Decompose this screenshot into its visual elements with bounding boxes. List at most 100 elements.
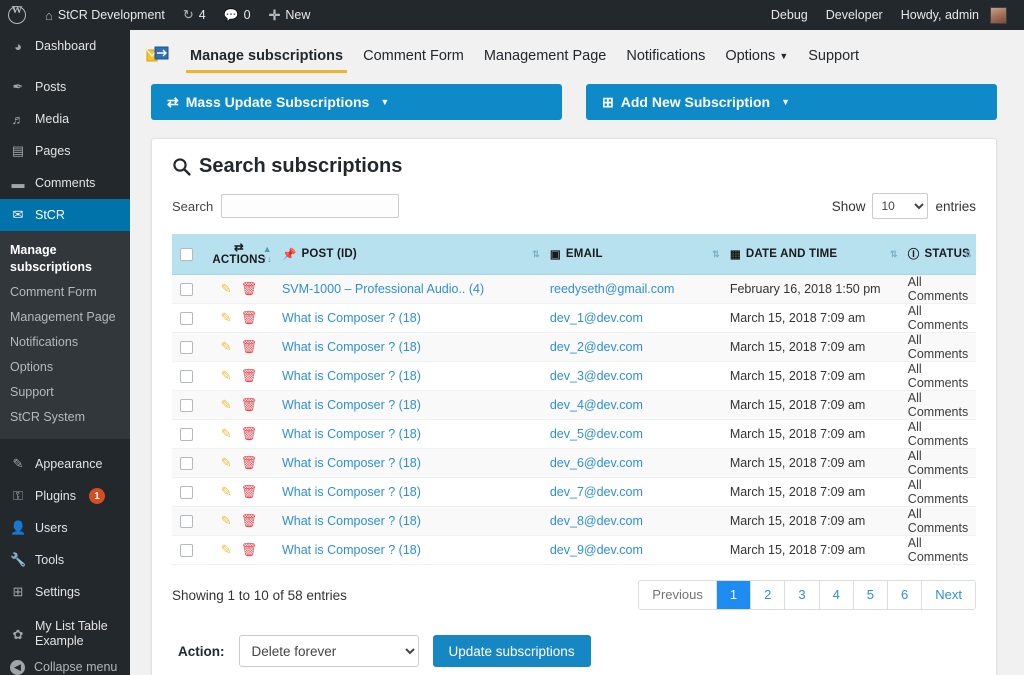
tab-manage-subscriptions[interactable]: Manage subscriptions xyxy=(180,42,353,73)
add-new-subscription-button[interactable]: ⊞ Add New Subscription ▼ xyxy=(586,84,997,120)
post-link[interactable]: What is Composer ? (18) xyxy=(282,398,421,412)
email-link[interactable]: dev_1@dev.com xyxy=(550,311,643,325)
row-checkbox[interactable] xyxy=(180,428,193,441)
edit-icon[interactable]: ✎ xyxy=(221,310,232,325)
bulk-action-select[interactable]: Delete forever All Comments Replies to m… xyxy=(239,635,419,667)
pagination-page-3[interactable]: 3 xyxy=(785,581,819,609)
sidebar-item-dashboard[interactable]: ◕ Dashboard xyxy=(0,30,130,62)
mass-update-subscriptions-button[interactable]: ⇄ Mass Update Subscriptions ▼ xyxy=(151,84,562,120)
submenu-item-management-page[interactable]: Management Page xyxy=(0,305,130,330)
entries-per-page-select[interactable]: 10 25 50 100 xyxy=(872,193,928,219)
submenu-item-support[interactable]: Support xyxy=(0,380,130,405)
post-link[interactable]: What is Composer ? (18) xyxy=(282,311,421,325)
row-checkbox[interactable] xyxy=(180,486,193,499)
row-checkbox[interactable] xyxy=(180,283,193,296)
delete-icon[interactable]: 🗑 xyxy=(241,455,258,470)
comments-menu[interactable]: 💬 0 xyxy=(215,0,260,30)
edit-icon[interactable]: ✎ xyxy=(221,542,232,557)
pagination-page-1[interactable]: 1 xyxy=(717,581,751,609)
edit-icon[interactable]: ✎ xyxy=(221,513,232,528)
sidebar-item-pages[interactable]: ▤ Pages xyxy=(0,135,130,167)
email-link[interactable]: dev_8@dev.com xyxy=(550,514,643,528)
post-link[interactable]: SVM-1000 – Professional Audio.. (4) xyxy=(282,282,484,296)
sidebar-item-media[interactable]: ♬ Media xyxy=(0,103,130,135)
delete-icon[interactable]: 🗑 xyxy=(241,310,258,325)
email-link[interactable]: dev_6@dev.com xyxy=(550,456,643,470)
collapse-menu-button[interactable]: ◀ Collapse menu xyxy=(0,651,130,675)
row-checkbox[interactable] xyxy=(180,457,193,470)
sidebar-item-users[interactable]: 👤 Users xyxy=(0,512,130,544)
delete-icon[interactable]: 🗑 xyxy=(241,368,258,383)
submenu-item-options[interactable]: Options xyxy=(0,355,130,380)
new-content-menu[interactable]: ✛ New xyxy=(260,0,320,30)
post-link[interactable]: What is Composer ? (18) xyxy=(282,485,421,499)
pagination-next[interactable]: Next xyxy=(922,581,975,609)
email-link[interactable]: dev_2@dev.com xyxy=(550,340,643,354)
sidebar-item-stcr[interactable]: ✉ StCR xyxy=(0,199,130,231)
pagination-page-4[interactable]: 4 xyxy=(820,581,854,609)
update-subscriptions-button[interactable]: Update subscriptions xyxy=(433,635,591,667)
tab-options[interactable]: Options▼ xyxy=(715,42,798,73)
column-header-date[interactable]: ▦ DATE AND TIME ⇅ xyxy=(724,234,902,275)
updates-menu[interactable]: ↻ 4 xyxy=(174,0,215,30)
sidebar-item-appearance[interactable]: ✎ Appearance xyxy=(0,448,130,480)
developer-menu[interactable]: Developer xyxy=(817,0,892,30)
delete-icon[interactable]: 🗑 xyxy=(241,339,258,354)
sidebar-item-tools[interactable]: 🔧 Tools xyxy=(0,544,130,576)
email-link[interactable]: dev_9@dev.com xyxy=(550,543,643,557)
delete-icon[interactable]: 🗑 xyxy=(241,281,258,296)
tab-support[interactable]: Support xyxy=(798,42,869,73)
post-link[interactable]: What is Composer ? (18) xyxy=(282,543,421,557)
pagination-page-5[interactable]: 5 xyxy=(854,581,888,609)
row-checkbox[interactable] xyxy=(180,399,193,412)
row-checkbox[interactable] xyxy=(180,312,193,325)
column-header-post[interactable]: 📌 POST (ID) ⇅ xyxy=(276,234,544,275)
sidebar-item-plugins[interactable]: ⚿ Plugins 1 xyxy=(0,480,130,512)
email-link[interactable]: dev_5@dev.com xyxy=(550,427,643,441)
sidebar-item-comments[interactable]: ▬ Comments xyxy=(0,167,130,199)
email-link[interactable]: dev_4@dev.com xyxy=(550,398,643,412)
email-link[interactable]: dev_3@dev.com xyxy=(550,369,643,383)
delete-icon[interactable]: 🗑 xyxy=(241,513,258,528)
submenu-item-stcr-system[interactable]: StCR System xyxy=(0,405,130,430)
sidebar-item-settings[interactable]: ⊞ Settings xyxy=(0,576,130,608)
post-link[interactable]: What is Composer ? (18) xyxy=(282,427,421,441)
row-checkbox[interactable] xyxy=(180,341,193,354)
pagination-page-6[interactable]: 6 xyxy=(888,581,922,609)
post-link[interactable]: What is Composer ? (18) xyxy=(282,340,421,354)
my-account-menu[interactable]: Howdy, admin xyxy=(892,0,1016,30)
delete-icon[interactable]: 🗑 xyxy=(241,484,258,499)
tab-comment-form[interactable]: Comment Form xyxy=(353,42,474,73)
edit-icon[interactable]: ✎ xyxy=(221,484,232,499)
edit-icon[interactable]: ✎ xyxy=(221,397,232,412)
edit-icon[interactable]: ✎ xyxy=(221,455,232,470)
submenu-item-notifications[interactable]: Notifications xyxy=(0,330,130,355)
sidebar-item-my-list-table-example[interactable]: ✿ My List Table Example xyxy=(0,617,130,651)
delete-icon[interactable]: 🗑 xyxy=(241,397,258,412)
wordpress-logo-menu[interactable] xyxy=(0,0,36,30)
column-header-actions[interactable]: ⇄ ACTIONS ▲↑↓ xyxy=(202,234,276,275)
column-header-status[interactable]: ⓘ STATUS ⇅ xyxy=(902,234,976,275)
column-header-email[interactable]: ▣ EMAIL ⇅ xyxy=(544,234,724,275)
pagination-previous[interactable]: Previous xyxy=(639,581,717,609)
column-header-select-all[interactable] xyxy=(172,234,202,275)
row-checkbox[interactable] xyxy=(180,370,193,383)
tab-notifications[interactable]: Notifications xyxy=(616,42,715,73)
delete-icon[interactable]: 🗑 xyxy=(241,426,258,441)
edit-icon[interactable]: ✎ xyxy=(221,281,232,296)
search-input[interactable] xyxy=(221,194,399,218)
edit-icon[interactable]: ✎ xyxy=(221,339,232,354)
debug-menu[interactable]: Debug xyxy=(762,0,817,30)
row-checkbox[interactable] xyxy=(180,515,193,528)
tab-management-page[interactable]: Management Page xyxy=(474,42,617,73)
post-link[interactable]: What is Composer ? (18) xyxy=(282,456,421,470)
email-link[interactable]: dev_7@dev.com xyxy=(550,485,643,499)
row-checkbox[interactable] xyxy=(180,544,193,557)
site-name-menu[interactable]: ⌂ StCR Development xyxy=(36,0,174,30)
edit-icon[interactable]: ✎ xyxy=(221,368,232,383)
submenu-item-comment-form[interactable]: Comment Form xyxy=(0,280,130,305)
delete-icon[interactable]: 🗑 xyxy=(241,542,258,557)
email-link[interactable]: reedyseth@gmail.com xyxy=(550,282,675,296)
select-all-checkbox[interactable] xyxy=(180,248,193,261)
submenu-item-manage-subscriptions[interactable]: Manage subscriptions xyxy=(0,238,130,280)
